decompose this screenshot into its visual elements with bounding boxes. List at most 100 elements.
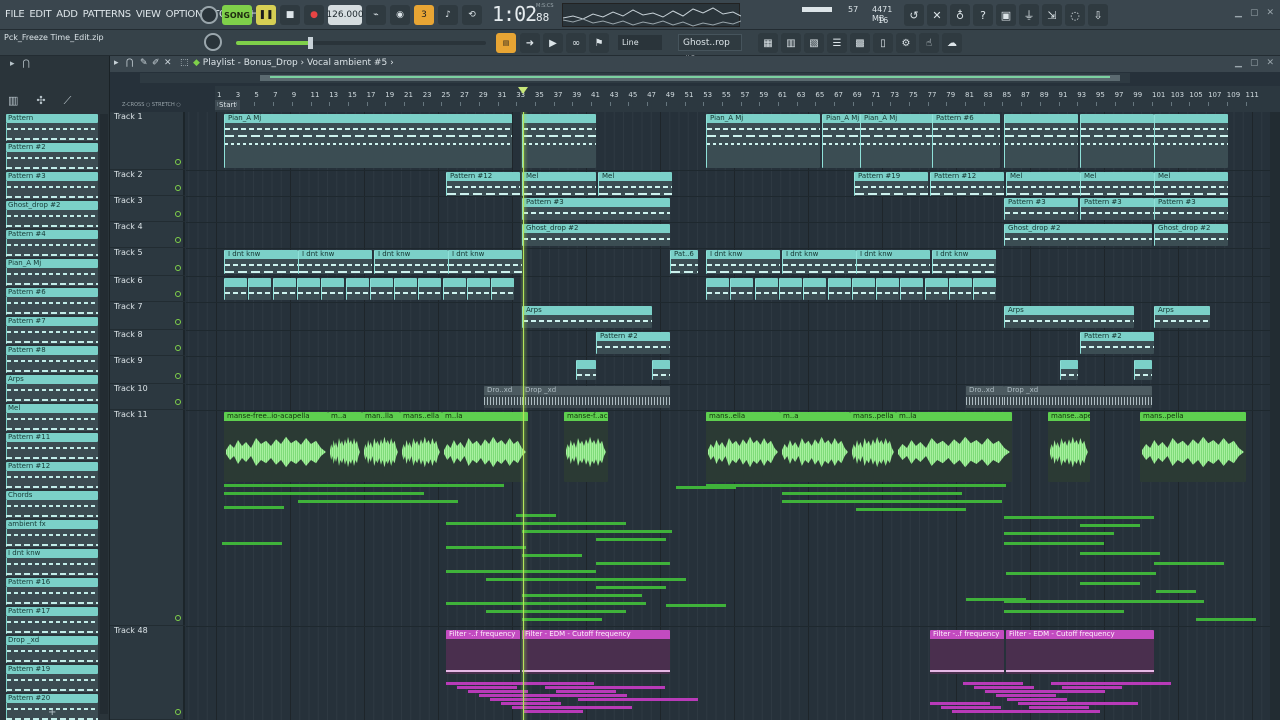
master-volume-slider[interactable]	[236, 37, 486, 49]
playlist-clip[interactable]: Ghost_drop #2	[1154, 224, 1228, 246]
pattern-list-item[interactable]: Pattern #11	[6, 433, 98, 462]
playlist-clip[interactable]: Pat..6	[670, 250, 698, 274]
playlist-clip[interactable]: Arps	[1154, 306, 1210, 328]
automation-note[interactable]	[1051, 682, 1171, 685]
track-mute-led[interactable]	[175, 345, 181, 351]
automation-note[interactable]	[578, 698, 698, 701]
midi-note[interactable]	[596, 562, 670, 565]
midi-note[interactable]	[1156, 590, 1196, 593]
playlist-clip[interactable]: I dnt knw	[298, 250, 372, 274]
track-header[interactable]: Track 9	[110, 356, 185, 384]
select-tool-icon[interactable]: ⬚	[180, 58, 189, 68]
playlist-clip[interactable]: Pattern #3	[522, 198, 670, 220]
playlist-clip[interactable]	[973, 278, 997, 300]
playlist-clip[interactable]	[1004, 114, 1078, 168]
automation-note[interactable]	[963, 682, 1023, 685]
maximize-icon[interactable]: ▢	[1250, 58, 1259, 68]
playlist-clip[interactable]: Pattern #2	[596, 332, 670, 354]
track-mute-led[interactable]	[175, 159, 181, 165]
pattern-list-item[interactable]: Ghost_drop #2	[6, 201, 98, 230]
playlist-clip[interactable]: I dnt knw	[782, 250, 856, 274]
playlist-clip[interactable]: m..a	[328, 412, 362, 482]
pattern-select[interactable]: Ghost..rop #2	[678, 34, 742, 65]
playlist-clip[interactable]: Pattern #6	[932, 114, 1000, 168]
maximize-icon[interactable]: ▢	[1250, 8, 1259, 18]
playlist-clip[interactable]	[248, 278, 272, 300]
playlist-clip[interactable]: I dnt knw	[932, 250, 996, 274]
song-mode-button[interactable]: SONG	[222, 5, 252, 25]
playlist-clip[interactable]: Mel	[1006, 172, 1080, 196]
playlist-clip[interactable]	[1154, 114, 1228, 168]
automation-note[interactable]	[1018, 702, 1138, 705]
playlist-clip[interactable]	[369, 278, 393, 300]
pattern-list-item[interactable]: Pattern #17	[6, 607, 98, 636]
midi-note[interactable]	[782, 492, 962, 495]
playlist-clip[interactable]: Mel	[1080, 172, 1154, 196]
playhead-marker-icon[interactable]	[518, 87, 528, 94]
automation-note[interactable]	[512, 706, 632, 709]
midi-note[interactable]	[224, 484, 504, 487]
menu-arrow-icon[interactable]: ▸	[114, 58, 119, 68]
playlist-clip[interactable]	[321, 278, 345, 300]
playhead[interactable]	[523, 112, 524, 720]
minimize-icon[interactable]: ▁	[1235, 8, 1242, 18]
playlist-clip[interactable]	[394, 278, 418, 300]
song-overview-scrollbar[interactable]	[140, 73, 1130, 83]
track-header[interactable]: Track 11	[110, 410, 185, 626]
tools-button[interactable]: ✕	[927, 4, 947, 26]
browser-button[interactable]: ▯	[873, 33, 893, 53]
arrow-icon[interactable]: ▸	[10, 59, 15, 69]
midi-note[interactable]	[224, 506, 284, 509]
playlist-clip[interactable]	[418, 278, 442, 300]
loop-record-button[interactable]: ⟲	[462, 5, 482, 25]
playlist-clip[interactable]: m..a	[780, 412, 850, 482]
midi-note[interactable]	[706, 484, 1006, 487]
snap-toggle-button[interactable]: ▤	[496, 33, 516, 53]
playlist-grid[interactable]: Pian_A Mj Pian_A Mj Pian_A Mj Pian_A Mj Patt…	[186, 112, 1280, 720]
playlist-clip[interactable]: Mel	[522, 172, 596, 196]
pattern-list-item[interactable]: Pattern #16	[6, 578, 98, 607]
playlist-clip[interactable]	[576, 360, 596, 380]
track-header[interactable]: Track 8	[110, 330, 185, 356]
automation-note[interactable]	[985, 690, 1105, 693]
playlist-clip[interactable]	[706, 278, 729, 300]
automation-note[interactable]	[457, 686, 517, 689]
track-mute-led[interactable]	[175, 399, 181, 405]
pause-button[interactable]: ❚❚	[256, 5, 276, 25]
playlist-clip[interactable]: Pian_A Mj	[860, 114, 934, 168]
pattern-list-item[interactable]: Pattern #2	[6, 143, 98, 172]
minimize-icon[interactable]: ▁	[1235, 58, 1242, 68]
track-mute-led[interactable]	[175, 291, 181, 297]
timeline-ruler[interactable]: Start 1 3 5 7 9 11 13 15 17 19 21 23 25 27 29 31 33 35 37 3…	[215, 86, 1280, 112]
playlist-clip[interactable]: Mel	[1154, 172, 1228, 196]
pattern-list-item[interactable]: Pattern #3	[6, 172, 98, 201]
pattern-list-item[interactable]: Mel	[6, 404, 98, 433]
automation-note[interactable]	[974, 686, 1034, 689]
playlist-clip[interactable]: Filter -..f frequency	[930, 630, 1004, 674]
magnet-icon[interactable]: ⋂	[23, 59, 30, 69]
playlist-clip[interactable]: manse-free..io-acapella	[224, 412, 328, 482]
patterns-tab-icon[interactable]: ▥	[8, 94, 18, 108]
midi-note[interactable]	[1154, 562, 1224, 565]
playlist-clip[interactable]: Pattern #3	[1154, 198, 1228, 220]
midi-note[interactable]	[1080, 582, 1140, 585]
undo-button[interactable]: ↺	[904, 4, 924, 26]
playlist-clip[interactable]	[827, 278, 851, 300]
midi-note[interactable]	[522, 594, 642, 597]
playlist-clip[interactable]: Dro..xd	[966, 386, 1004, 408]
midi-note[interactable]	[596, 586, 666, 589]
playlist-clip[interactable]	[778, 278, 802, 300]
track-header[interactable]: Track 7	[110, 302, 185, 330]
playlist-clip[interactable]	[900, 278, 924, 300]
playlist-clip[interactable]: Dro..xd	[484, 386, 522, 408]
metronome-button[interactable]: ⌁	[366, 5, 386, 25]
midi-note[interactable]	[596, 538, 666, 541]
playlist-clip[interactable]: Mel	[598, 172, 672, 196]
mic-button[interactable]: ♁	[950, 4, 970, 26]
playlist-clip[interactable]	[1134, 360, 1152, 380]
touch-button[interactable]: ☝	[919, 33, 939, 53]
master-volume-knob[interactable]	[204, 33, 222, 51]
close-icon[interactable]: ✕	[1266, 58, 1274, 68]
menu-edit[interactable]: EDIT	[29, 9, 51, 20]
playlist-clip[interactable]: mans..pella	[850, 412, 896, 482]
